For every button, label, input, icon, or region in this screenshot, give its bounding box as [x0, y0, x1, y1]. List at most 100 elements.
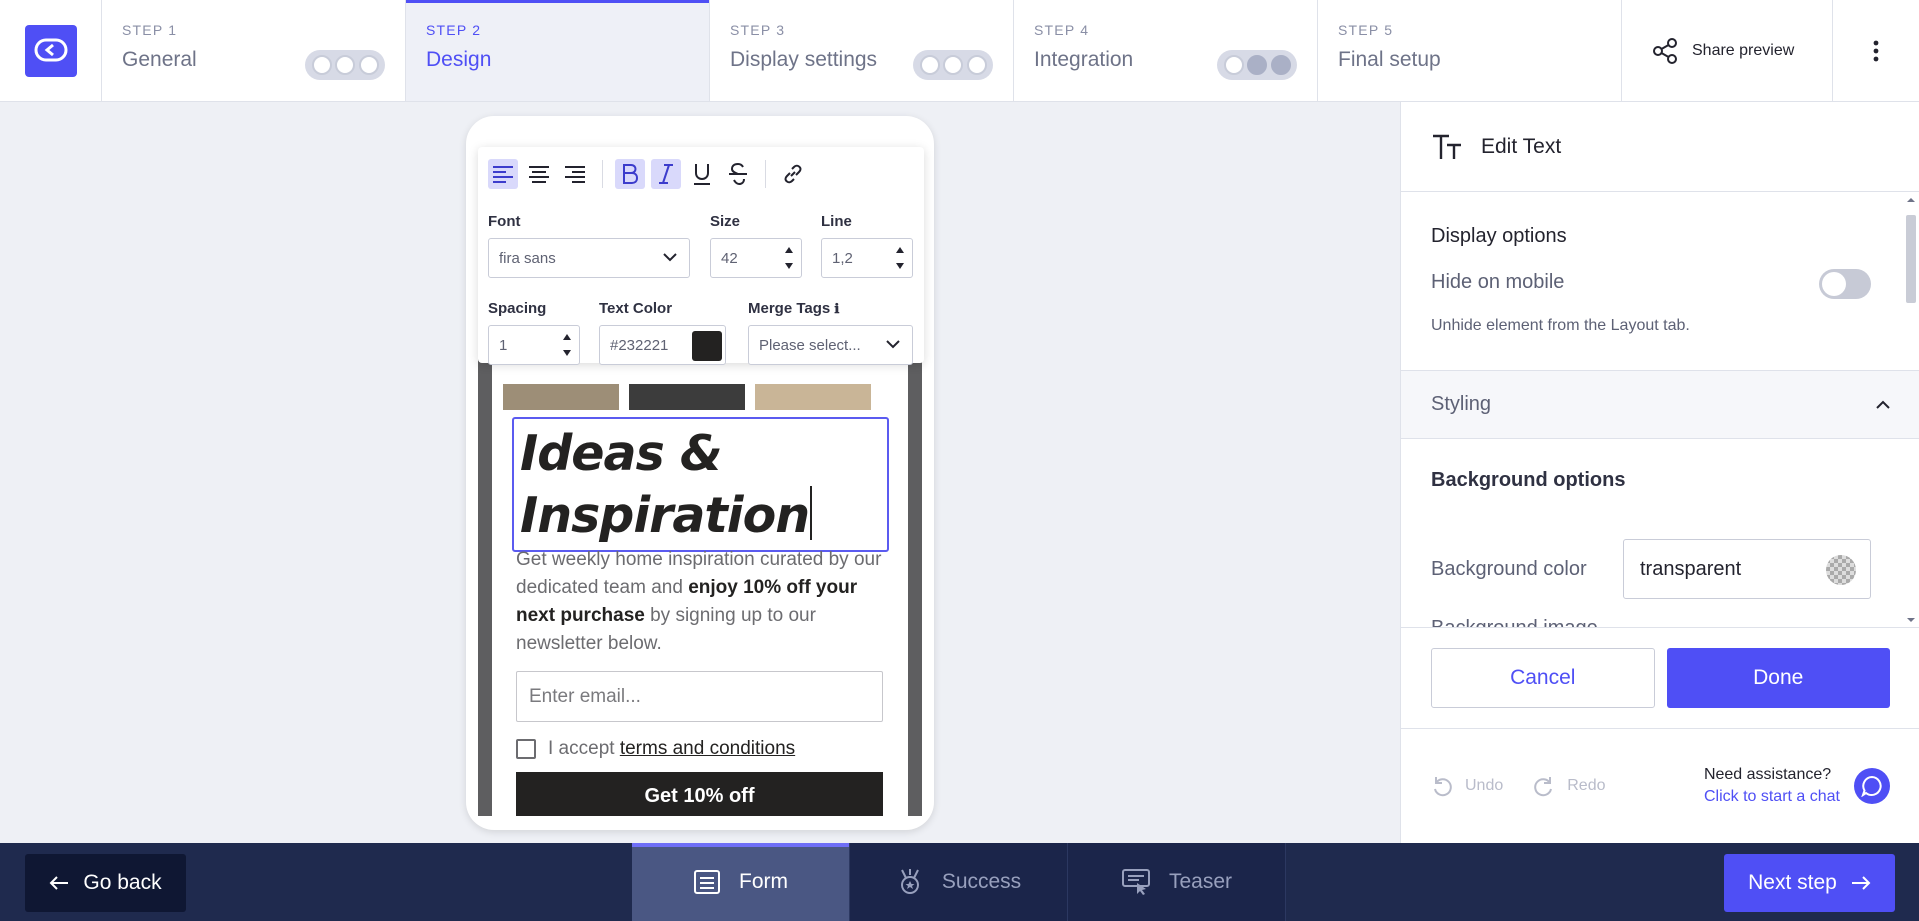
- italic-button[interactable]: [651, 159, 681, 189]
- underline-icon: [694, 164, 710, 185]
- background-color-input[interactable]: transparent: [1623, 539, 1871, 599]
- undo-button[interactable]: Undo: [1431, 775, 1503, 797]
- terms-label: I accept terms and conditions: [548, 738, 795, 760]
- strikethrough-icon: [729, 163, 747, 185]
- step-number: STEP 5: [1338, 22, 1394, 38]
- chevron-down-icon: [886, 340, 900, 349]
- display-options-section: Display options Hide on mobile Unhide el…: [1401, 193, 1919, 371]
- image-thumbnail[interactable]: [503, 384, 619, 410]
- step-5-final-setup[interactable]: STEP 5 Final setup: [1318, 0, 1622, 101]
- chat-bubble-logo-icon: [34, 38, 67, 61]
- background-image-label: Background image: [1431, 617, 1598, 627]
- text-type-icon: [1433, 134, 1461, 159]
- scroll-up-arrow-icon[interactable]: [1901, 195, 1919, 205]
- go-back-button[interactable]: Go back: [25, 854, 186, 912]
- terms-prefix: I accept: [548, 738, 620, 759]
- align-right-button[interactable]: [560, 159, 590, 189]
- color-swatch[interactable]: [692, 331, 722, 361]
- step-progress-dots: [1217, 50, 1297, 80]
- done-button[interactable]: Done: [1666, 647, 1890, 708]
- cancel-button[interactable]: Cancel: [1431, 647, 1655, 708]
- styling-accordion-header[interactable]: Styling: [1401, 371, 1919, 439]
- bottom-bar: Go back Form Success Teaser Next step: [0, 843, 1919, 921]
- bold-button[interactable]: [615, 159, 645, 189]
- text-formatting-toolbar: Font fira sans Size 42 Line 1,2 Spacing …: [478, 147, 924, 365]
- panel-title: Edit Text: [1481, 134, 1562, 158]
- merge-tags-placeholder: Please select...: [759, 336, 861, 354]
- text-color-label: Text Color: [599, 300, 673, 317]
- share-preview-button[interactable]: Share preview: [1622, 0, 1833, 101]
- step-number: STEP 1: [122, 22, 178, 38]
- cta-button[interactable]: Get 10% off: [516, 772, 883, 816]
- line-height-stepper[interactable]: 1,2: [821, 238, 913, 278]
- tab-label: Teaser: [1168, 870, 1233, 893]
- body-paragraph[interactable]: Get weekly home inspiration curated by o…: [516, 546, 886, 658]
- merge-tags-label: Merge Tags ℹ: [748, 300, 839, 317]
- chat-button[interactable]: [1854, 768, 1890, 804]
- spacing-stepper[interactable]: 1: [488, 325, 580, 365]
- terms-checkbox[interactable]: [516, 739, 536, 759]
- info-icon[interactable]: ℹ: [834, 301, 839, 316]
- underline-button[interactable]: [687, 159, 717, 189]
- image-thumbnail[interactable]: [629, 384, 745, 410]
- app-logo[interactable]: [24, 24, 77, 77]
- tab-form[interactable]: Form: [632, 843, 850, 921]
- italic-icon: [659, 164, 673, 184]
- hide-on-mobile-toggle[interactable]: [1819, 269, 1871, 299]
- panel-scrollbar[interactable]: [1901, 193, 1919, 627]
- step-2-design[interactable]: STEP 2 Design: [406, 0, 710, 101]
- terms-link[interactable]: terms and conditions: [620, 738, 795, 759]
- stepper-arrows-icon[interactable]: [785, 247, 793, 269]
- line-height-value: 1,2: [832, 249, 853, 267]
- step-3-display-settings[interactable]: STEP 3 Display settings: [710, 0, 1014, 101]
- teaser-icon: [1121, 869, 1150, 895]
- font-value: fira sans: [499, 249, 556, 267]
- transparent-swatch-icon[interactable]: [1826, 555, 1856, 585]
- styling-label: Styling: [1431, 393, 1492, 415]
- scroll-down-arrow-icon[interactable]: [1901, 615, 1919, 625]
- align-center-button[interactable]: [524, 159, 554, 189]
- assistance-title: Need assistance?: [1703, 766, 1832, 783]
- stepper-arrows-icon[interactable]: [563, 334, 571, 356]
- text-color-input[interactable]: #232221: [599, 325, 726, 365]
- start-chat-link[interactable]: Click to start a chat: [1704, 788, 1840, 806]
- link-button[interactable]: [778, 159, 808, 189]
- hide-on-mobile-hint: Unhide element from the Layout tab.: [1431, 317, 1690, 334]
- stepper-arrows-icon[interactable]: [896, 247, 904, 269]
- email-input[interactable]: Enter email...: [516, 671, 883, 722]
- scrollbar-thumb[interactable]: [1906, 215, 1916, 303]
- step-progress-dots: [913, 50, 993, 80]
- step-title: Final setup: [1338, 48, 1441, 71]
- panel-header: Edit Text: [1401, 102, 1919, 192]
- image-thumbnail[interactable]: [755, 384, 871, 410]
- undo-icon: [1434, 777, 1452, 797]
- strikethrough-button[interactable]: [723, 159, 753, 189]
- merge-tags-select[interactable]: Please select...: [748, 325, 913, 365]
- progress-dot-filled: [1270, 55, 1291, 75]
- redo-label: Redo: [1567, 777, 1606, 794]
- hide-on-mobile-label: Hide on mobile: [1431, 271, 1565, 293]
- chat-icon: [1861, 775, 1882, 797]
- bold-icon: [623, 164, 639, 184]
- next-step-button[interactable]: Next step: [1724, 854, 1895, 912]
- font-select[interactable]: fira sans: [488, 238, 690, 278]
- more-menu-button[interactable]: [1833, 0, 1919, 101]
- undo-label: Undo: [1465, 777, 1504, 794]
- trophy-icon: [900, 869, 919, 894]
- redo-icon: [1534, 777, 1553, 797]
- step-number: STEP 4: [1034, 22, 1090, 38]
- tab-teaser[interactable]: Teaser: [1068, 843, 1286, 921]
- terms-checkbox-row[interactable]: I accept terms and conditions: [516, 738, 795, 760]
- step-4-integration[interactable]: STEP 4 Integration: [1014, 0, 1318, 101]
- progress-dot: [335, 55, 355, 75]
- more-vertical-icon: [1873, 40, 1879, 61]
- align-left-button[interactable]: [488, 159, 518, 189]
- font-label: Font: [488, 213, 521, 230]
- redo-button[interactable]: Redo: [1533, 775, 1606, 797]
- progress-dot-filled: [1247, 55, 1267, 75]
- panel-scroll-area: Display options Hide on mobile Unhide el…: [1401, 193, 1919, 627]
- size-stepper[interactable]: 42: [710, 238, 802, 278]
- step-1-general[interactable]: STEP 1 General: [102, 0, 406, 101]
- headline-text-editor[interactable]: Ideas & Inspiration: [512, 417, 889, 552]
- tab-success[interactable]: Success: [850, 843, 1068, 921]
